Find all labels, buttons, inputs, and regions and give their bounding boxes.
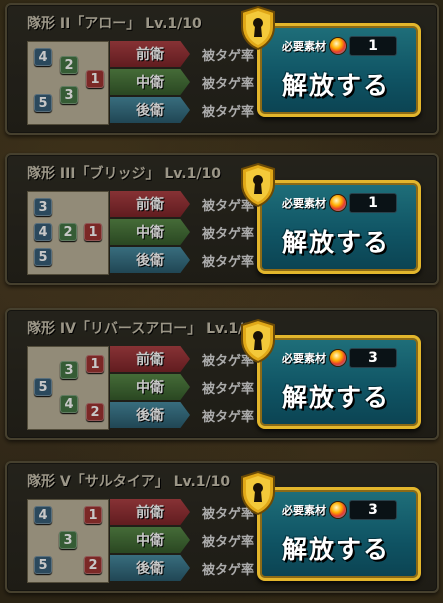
back-label: 後衛	[110, 97, 190, 123]
row-desc: 被タゲ率	[202, 104, 255, 120]
shield-keyhole-icon	[241, 5, 275, 51]
slot-badge: 1	[86, 70, 104, 88]
unlock-button[interactable]: 必要素材 1 解放する	[257, 180, 421, 274]
formation-title: 隊形 V「サルタイア」 Lv.1/10	[27, 474, 231, 490]
shield-keyhole-icon	[241, 162, 275, 208]
shield-keyhole-icon	[241, 318, 275, 364]
mid-label: 中衛	[110, 374, 190, 400]
mid-label: 中衛	[110, 69, 190, 95]
rainbow-orb-icon	[330, 195, 346, 211]
slot-badge: 5	[34, 94, 52, 112]
slot-badge: 5	[34, 378, 52, 396]
front-label: 前衛	[110, 499, 190, 525]
mid-label: 中衛	[110, 527, 190, 553]
slot-badge: 5	[34, 556, 52, 574]
front-label: 前衛	[110, 191, 190, 217]
slot-badge: 3	[59, 531, 77, 549]
rainbow-orb-icon	[330, 350, 346, 366]
slot-badge: 5	[34, 248, 52, 266]
slot-badge: 2	[86, 403, 104, 421]
slot-badge: 4	[34, 506, 52, 524]
required-count: 1	[349, 36, 397, 56]
rainbow-orb-icon	[330, 502, 346, 518]
required-count: 1	[349, 193, 397, 213]
shield-keyhole-icon	[241, 470, 275, 516]
slot-badge: 4	[34, 223, 52, 241]
rainbow-orb-icon	[330, 38, 346, 54]
unlock-label: 解放する	[281, 383, 390, 412]
back-label: 後衛	[110, 247, 190, 273]
row-desc: 被タゲ率	[202, 534, 255, 550]
required-material-row: 必要素材 3	[282, 348, 402, 368]
back-label: 後衛	[110, 555, 190, 581]
slot-badge: 1	[86, 355, 104, 373]
slot-badge: 1	[84, 506, 102, 524]
row-desc: 被タゲ率	[202, 254, 255, 270]
back-label: 後衛	[110, 402, 190, 428]
formation-grid: 3 1 5 4 2	[27, 346, 109, 430]
front-label: 前衛	[110, 41, 190, 67]
unlock-button[interactable]: 必要素材 3 解放する	[257, 335, 421, 429]
slot-badge: 2	[84, 556, 102, 574]
slot-badge: 2	[59, 223, 77, 241]
unlock-label: 解放する	[281, 71, 390, 100]
required-material-label: 必要素材	[282, 504, 326, 517]
required-material-label: 必要素材	[282, 40, 326, 53]
slot-badge: 3	[60, 361, 78, 379]
formation-grid: 4 1 3 5 2	[27, 499, 109, 583]
slot-badge: 1	[84, 223, 102, 241]
required-material-row: 必要素材 3	[282, 500, 402, 520]
slot-badge: 4	[34, 48, 52, 66]
mid-label: 中衛	[110, 219, 190, 245]
row-desc: 被タゲ率	[202, 76, 255, 92]
slot-badge: 3	[60, 86, 78, 104]
required-material-row: 必要素材 1	[282, 193, 402, 213]
row-desc: 被タゲ率	[202, 562, 255, 578]
formation-grid: 3 4 2 1 5	[27, 191, 109, 275]
required-material-label: 必要素材	[282, 197, 326, 210]
row-desc: 被タゲ率	[202, 381, 255, 397]
formation-title: 隊形 II「アロー」 Lv.1/10	[27, 16, 202, 32]
slot-badge: 4	[60, 395, 78, 413]
formation-title: 隊形 IV「リバースアロー」 Lv.1/10	[27, 321, 263, 337]
unlock-button[interactable]: 必要素材 1 解放する	[257, 23, 421, 117]
row-desc: 被タゲ率	[202, 409, 255, 425]
unlock-label: 解放する	[281, 228, 390, 257]
formation-grid: 4 2 1 5 3	[27, 41, 109, 125]
formation-title: 隊形 III「ブリッジ」 Lv.1/10	[27, 166, 221, 182]
required-material-row: 必要素材 1	[282, 36, 402, 56]
front-label: 前衛	[110, 346, 190, 372]
slot-badge: 3	[34, 198, 52, 216]
slot-badge: 2	[60, 56, 78, 74]
required-count: 3	[349, 500, 397, 520]
unlock-button[interactable]: 必要素材 3 解放する	[257, 487, 421, 581]
row-desc: 被タゲ率	[202, 226, 255, 242]
required-count: 3	[349, 348, 397, 368]
unlock-label: 解放する	[281, 535, 390, 564]
required-material-label: 必要素材	[282, 352, 326, 365]
